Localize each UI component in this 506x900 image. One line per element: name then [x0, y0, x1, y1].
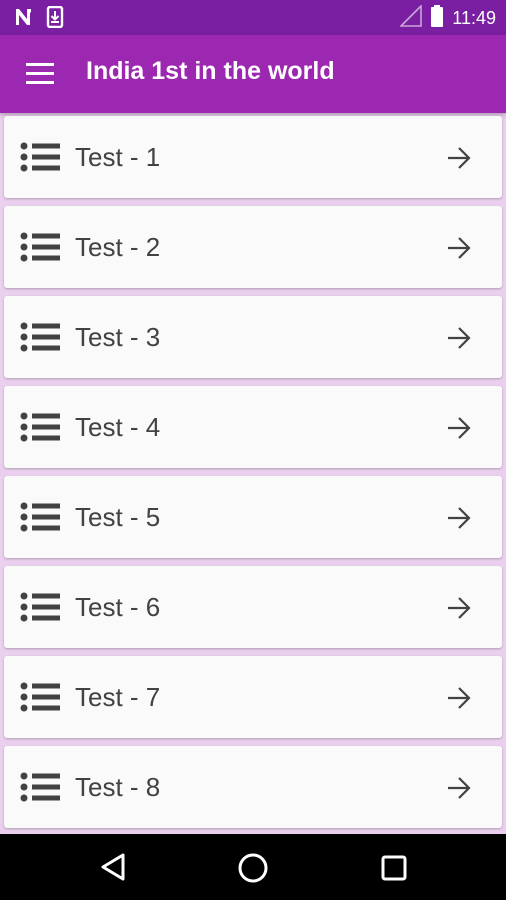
list-icon — [20, 321, 60, 353]
test-card-7[interactable]: Test - 7 — [4, 656, 502, 738]
test-card-3[interactable]: Test - 3 — [4, 296, 502, 378]
list-icon — [20, 411, 60, 443]
test-card-6[interactable]: Test - 6 — [4, 566, 502, 648]
signal-icon — [399, 4, 423, 31]
test-label: Test - 5 — [75, 502, 161, 532]
arrow-right-icon[interactable] — [446, 325, 472, 351]
test-card-4[interactable]: Test - 4 — [4, 386, 502, 468]
list-icon — [20, 231, 60, 263]
navigation-bar — [0, 834, 506, 900]
app-bar: India 1st in the world — [0, 35, 506, 113]
arrow-right-icon[interactable] — [446, 685, 472, 711]
test-label: Test - 7 — [75, 682, 161, 712]
list-icon — [20, 591, 60, 623]
test-label: Test - 4 — [75, 412, 161, 442]
list-icon — [20, 681, 60, 713]
n-notification-icon — [14, 7, 34, 31]
arrow-right-icon[interactable] — [446, 415, 472, 441]
test-card-2[interactable]: Test - 2 — [4, 206, 502, 288]
test-card-8[interactable]: Test - 8 — [4, 746, 502, 828]
list-icon — [20, 771, 60, 803]
arrow-right-icon[interactable] — [446, 235, 472, 261]
page-title: India 1st in the world — [86, 57, 335, 85]
recents-icon[interactable] — [381, 855, 407, 885]
test-label: Test - 8 — [75, 772, 161, 802]
arrow-right-icon[interactable] — [446, 505, 472, 531]
battery-icon — [430, 5, 444, 31]
arrow-right-icon[interactable] — [446, 145, 472, 171]
test-label: Test - 3 — [75, 322, 161, 352]
test-label: Test - 1 — [75, 142, 161, 172]
list-icon — [20, 501, 60, 533]
status-bar: 11:49 — [0, 0, 506, 35]
list-icon — [20, 141, 60, 173]
home-icon[interactable] — [237, 852, 269, 888]
hamburger-menu-icon[interactable] — [26, 63, 54, 85]
download-notification-icon — [46, 5, 64, 32]
test-label: Test - 6 — [75, 592, 161, 622]
test-card-5[interactable]: Test - 5 — [4, 476, 502, 558]
arrow-right-icon[interactable] — [446, 775, 472, 801]
status-time: 11:49 — [452, 7, 496, 28]
back-icon[interactable] — [100, 852, 126, 886]
test-card-1[interactable]: Test - 1 — [4, 116, 502, 198]
arrow-right-icon[interactable] — [446, 595, 472, 621]
test-label: Test - 2 — [75, 232, 161, 262]
